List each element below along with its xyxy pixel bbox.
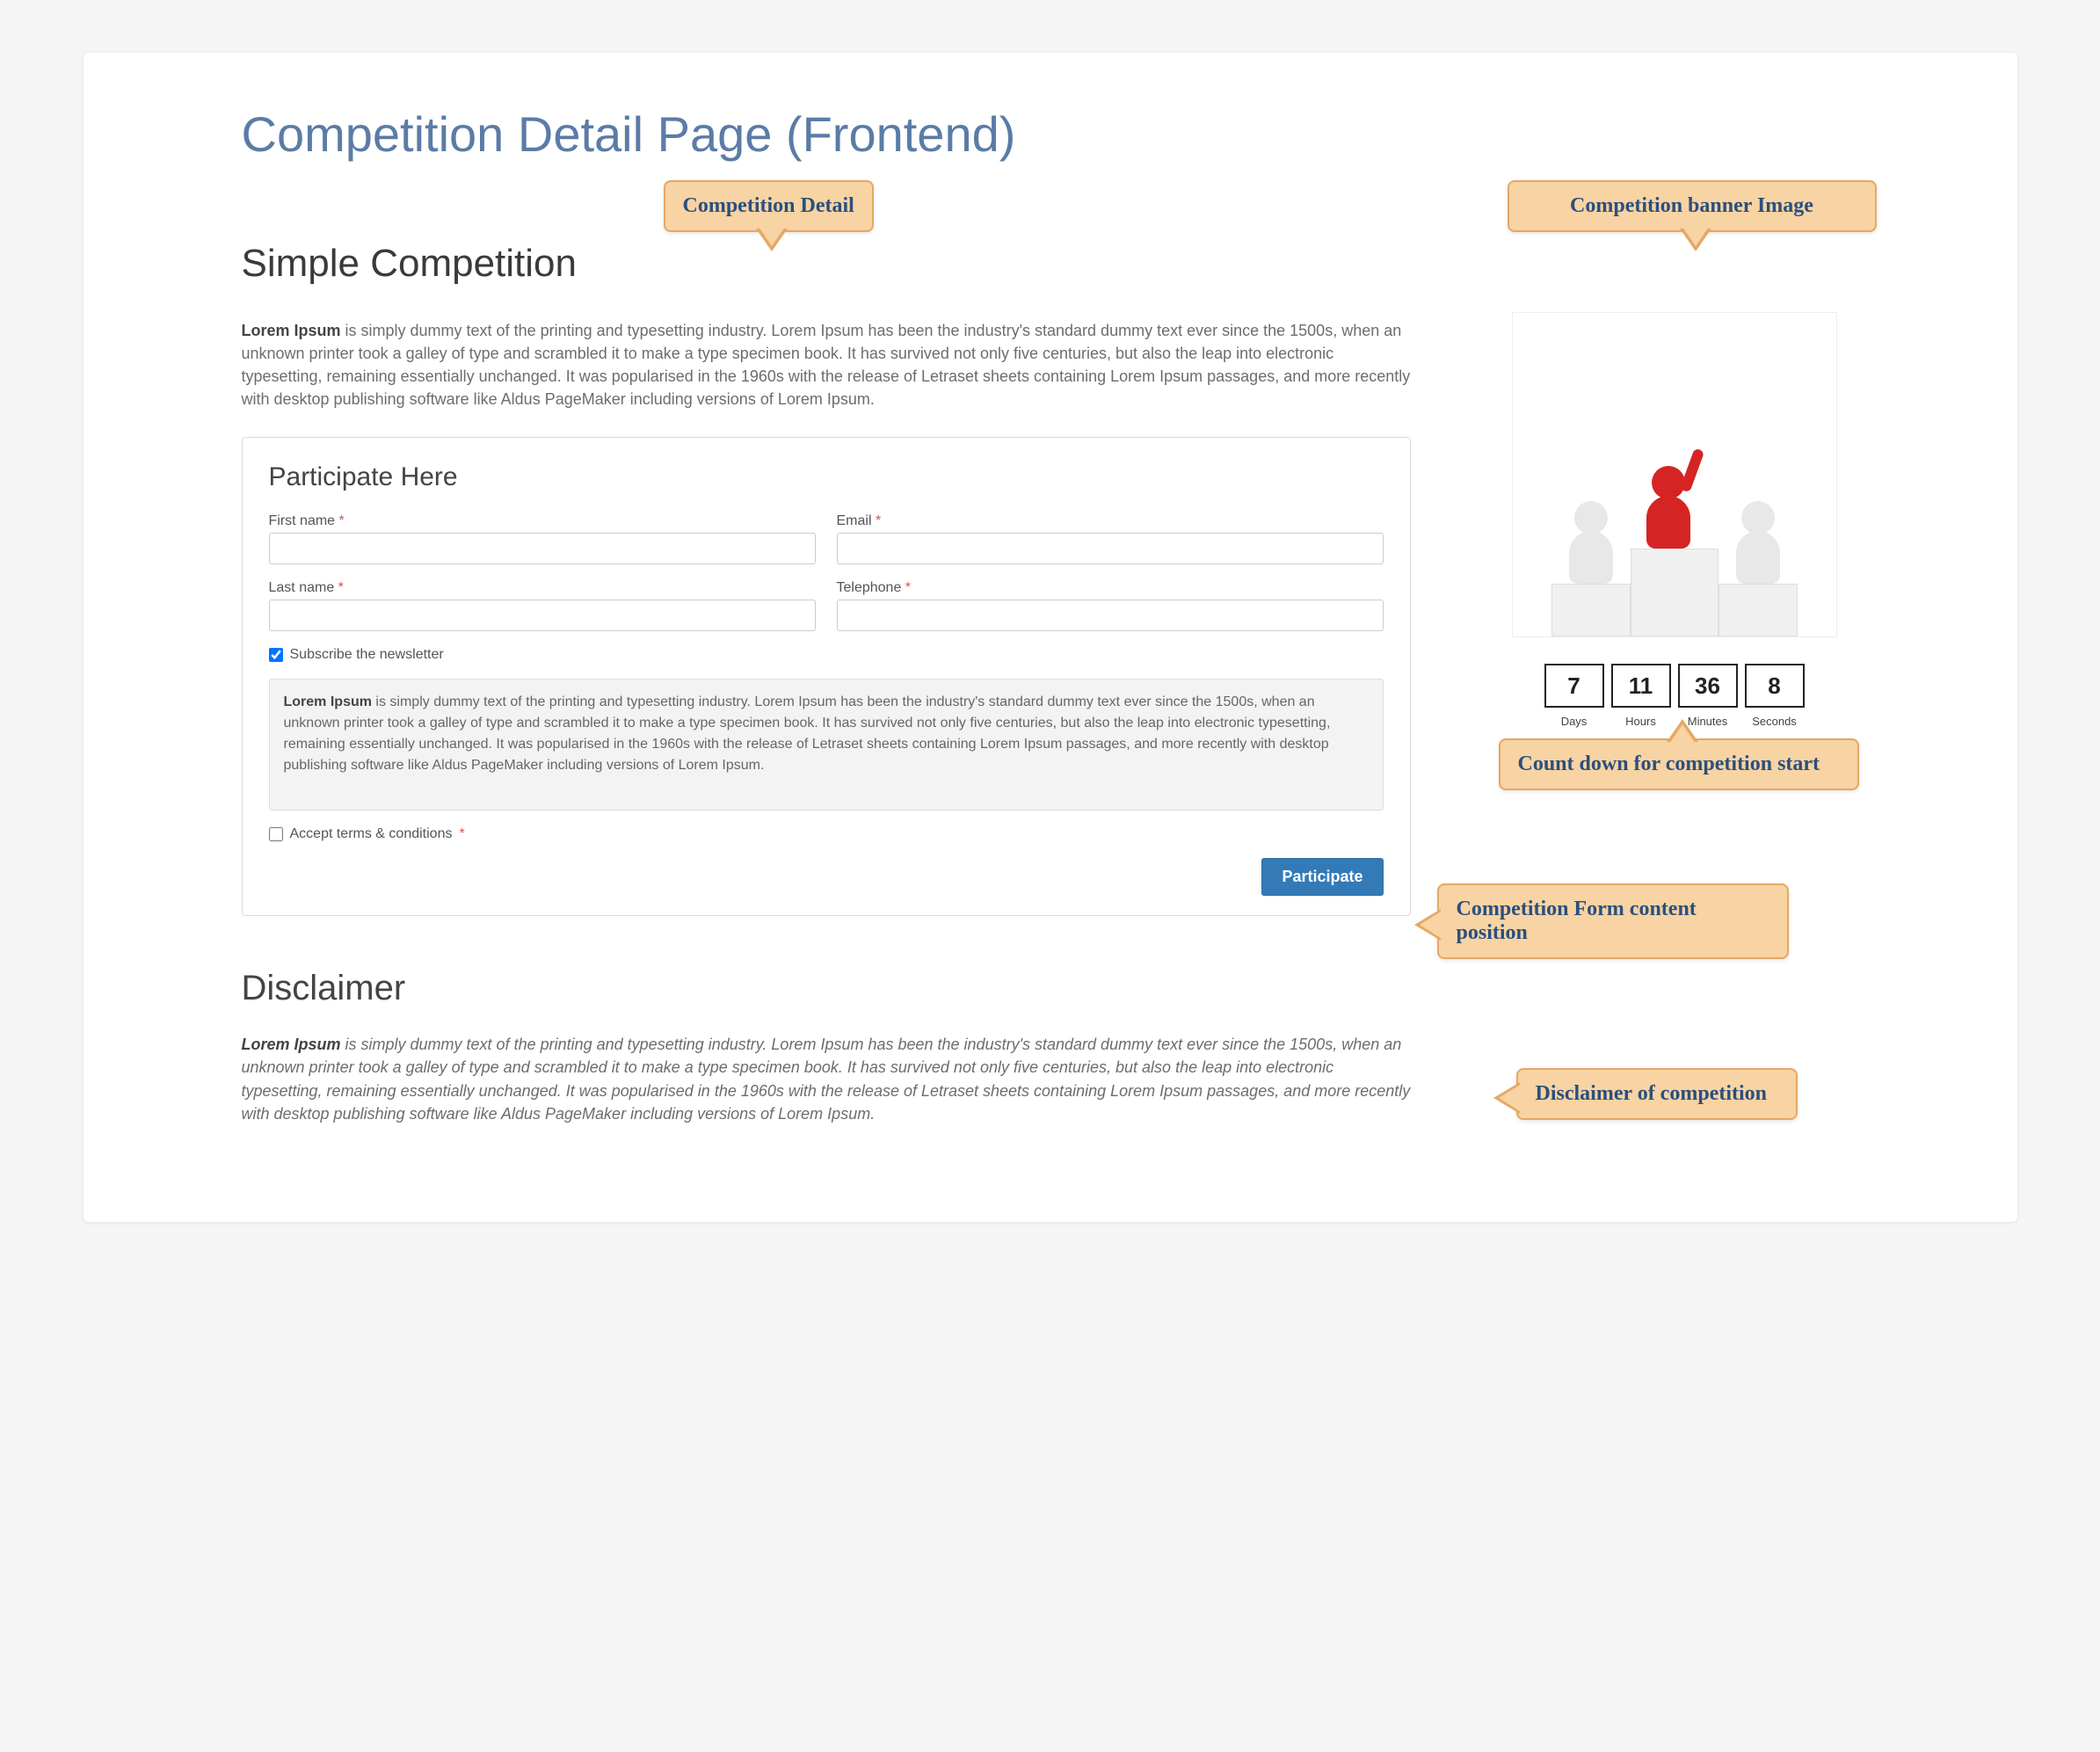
required-marker: *	[459, 826, 464, 842]
subscribe-checkbox[interactable]	[269, 648, 283, 662]
last-name-input[interactable]	[269, 600, 816, 631]
terms-lead: Lorem Ipsum	[284, 694, 372, 709]
telephone-field-group: Telephone *	[837, 580, 1384, 631]
callout-form-position: Competition Form content position	[1437, 883, 1789, 959]
seconds-label: Seconds	[1745, 715, 1805, 728]
callout-label: Count down for competition start	[1518, 752, 1820, 775]
accept-terms-label: Accept terms & conditions	[290, 826, 453, 842]
competition-description: Lorem Ipsum is simply dummy text of the …	[242, 319, 1411, 411]
callout-banner-image: Competition banner Image	[1508, 180, 1877, 232]
terms-rest: is simply dummy text of the printing and…	[284, 694, 1331, 773]
disclaimer-text: Lorem Ipsum is simply dummy text of the …	[242, 1033, 1411, 1124]
callout-label: Competition Detail	[683, 194, 854, 217]
terms-textbox[interactable]: Lorem Ipsum is simply dummy text of the …	[269, 679, 1384, 811]
hours-label: Hours	[1611, 715, 1671, 728]
countdown-seconds: 8	[1745, 664, 1805, 708]
first-name-label: First name *	[269, 513, 816, 529]
email-input[interactable]	[837, 533, 1384, 564]
subscribe-label: Subscribe the newsletter	[290, 647, 444, 663]
required-marker: *	[905, 580, 911, 595]
participate-button[interactable]: Participate	[1261, 858, 1383, 896]
first-name-field-group: First name *	[269, 513, 816, 564]
layout: Competition Detail Simple Competition Lo…	[242, 242, 1859, 1152]
accept-terms-checkbox[interactable]	[269, 827, 283, 841]
disclaimer-lead: Lorem Ipsum	[242, 1036, 341, 1053]
last-name-label: Last name *	[269, 580, 816, 596]
callout-label: Disclaimer of competition	[1536, 1082, 1768, 1105]
last-name-field-group: Last name *	[269, 580, 816, 631]
countdown-days: 7	[1544, 664, 1604, 708]
competition-title: Simple Competition	[242, 242, 1411, 286]
page-title: Competition Detail Page (Frontend)	[242, 105, 1859, 163]
callout-label: Competition banner Image	[1570, 194, 1813, 217]
page-card: Competition Detail Page (Frontend) Compe…	[84, 53, 2017, 1222]
competition-banner-image	[1512, 312, 1837, 637]
desc-rest: is simply dummy text of the printing and…	[242, 322, 1411, 408]
telephone-label: Telephone *	[837, 580, 1384, 596]
participate-form: Participate Here First name * Email * La…	[242, 437, 1411, 916]
countdown-minutes: 36	[1678, 664, 1738, 708]
desc-lead: Lorem Ipsum	[242, 322, 341, 339]
telephone-input[interactable]	[837, 600, 1384, 631]
email-label: Email *	[837, 513, 1384, 529]
callout-disclaimer: Disclaimer of competition	[1516, 1068, 1798, 1120]
disclaimer-heading: Disclaimer	[242, 969, 1411, 1008]
required-marker: *	[339, 513, 345, 528]
required-marker: *	[876, 513, 881, 528]
form-heading: Participate Here	[269, 462, 1384, 492]
subscribe-row: Subscribe the newsletter	[269, 647, 1384, 663]
countdown-timer: 7 11 36 8	[1490, 664, 1859, 708]
callout-countdown: Count down for competition start	[1499, 738, 1859, 790]
podium-illustration	[1534, 443, 1815, 636]
sidebar: Competition banner Image 7 11 36 8 Days	[1490, 242, 1859, 1152]
required-marker: *	[338, 580, 344, 595]
callout-label: Competition Form content position	[1457, 898, 1697, 944]
first-name-input[interactable]	[269, 533, 816, 564]
disclaimer-rest: is simply dummy text of the printing and…	[242, 1036, 1411, 1122]
callout-competition-detail: Competition Detail	[664, 180, 874, 232]
main-column: Competition Detail Simple Competition Lo…	[242, 242, 1411, 1152]
email-field-group: Email *	[837, 513, 1384, 564]
accept-row: Accept terms & conditions *	[269, 826, 1384, 842]
days-label: Days	[1544, 715, 1604, 728]
countdown-hours: 11	[1611, 664, 1671, 708]
